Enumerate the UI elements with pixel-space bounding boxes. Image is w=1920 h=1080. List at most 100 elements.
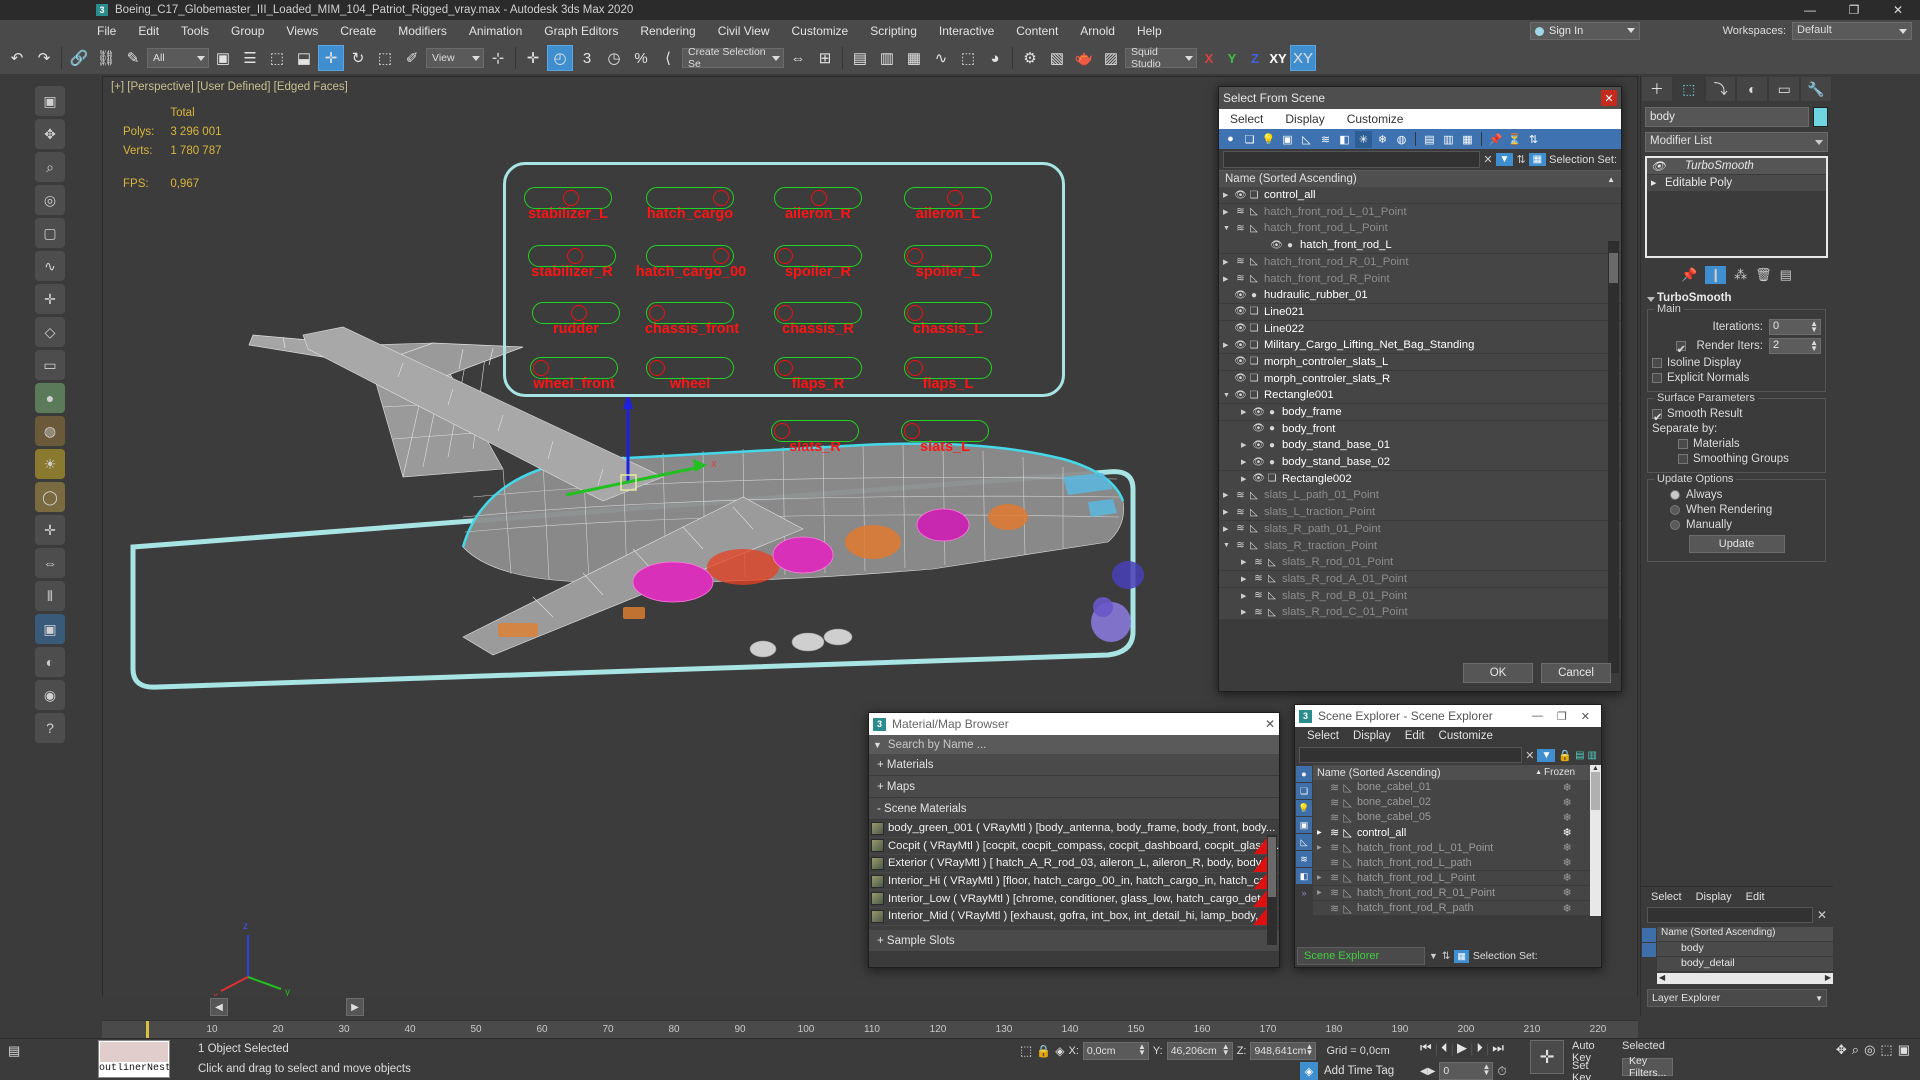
- cylinder-icon[interactable]: ◍: [35, 416, 65, 446]
- filter-helpers-icon[interactable]: ◺: [1298, 131, 1315, 148]
- explorer-list-row[interactable]: ≋ ◺ hatch_front_rod_L_path ❄: [1313, 855, 1590, 871]
- list-column-header[interactable]: Name (Sorted Ascending) ▲: [1219, 170, 1621, 187]
- filter-geometry-icon[interactable]: ●: [1222, 131, 1239, 148]
- triangle-right-icon[interactable]: ▶: [1241, 608, 1252, 616]
- spinner-arrows-icon[interactable]: ▲ ▼: [1810, 320, 1818, 334]
- sign-in-button[interactable]: Sign In: [1530, 22, 1640, 40]
- triangle-right-icon[interactable]: ▶: [1223, 258, 1234, 266]
- eye-icon[interactable]: ≋: [1252, 557, 1265, 568]
- annotation-flaps-r[interactable]: flaps_R: [774, 357, 874, 392]
- scene-list-row[interactable]: 👁 ● hatch_front_rod_L: [1219, 237, 1621, 254]
- triangle-right-icon[interactable]: ▶: [1651, 179, 1665, 187]
- scene-materials-list[interactable]: body_green_001 ( VRayMtl ) [body_antenna…: [869, 820, 1279, 930]
- bind-space-warp-icon[interactable]: ✎: [120, 45, 146, 71]
- layer-filter-input[interactable]: [1647, 907, 1813, 923]
- spinner-arrows-icon[interactable]: ▲ ▼: [1306, 1043, 1314, 1057]
- menu-item-graph-editors[interactable]: Graph Editors: [533, 22, 629, 40]
- layer-menu-edit[interactable]: Edit: [1746, 891, 1765, 903]
- eye-icon[interactable]: 👁: [1234, 306, 1247, 317]
- scene-list-row[interactable]: 👁 ❏ Line021: [1219, 303, 1621, 320]
- frozen-icon[interactable]: ❄: [1544, 841, 1590, 854]
- eye-icon[interactable]: ≋: [1234, 507, 1247, 518]
- maximize-viewport-toggle-icon[interactable]: ▣: [1898, 1042, 1910, 1058]
- annotation-aileron-r[interactable]: aileron_R: [774, 187, 874, 222]
- menu-item-tools[interactable]: Tools: [170, 22, 220, 40]
- expand-all-icon[interactable]: ▤: [1575, 750, 1584, 761]
- prev-frame-icon[interactable]: ⏴: [1441, 1040, 1448, 1056]
- explicit-normals-checkbox[interactable]: [1652, 373, 1662, 383]
- triangle-right-icon[interactable]: ▶: [1241, 458, 1252, 466]
- scene-list-row[interactable]: ▶ 👁 ● body_stand_base_02: [1219, 454, 1621, 471]
- select-object-icon[interactable]: ▣: [210, 45, 236, 71]
- scene-explorer-tab[interactable]: Scene Explorer: [1297, 947, 1425, 965]
- edit-named-selection-icon[interactable]: %: [628, 45, 654, 71]
- triangle-right-icon[interactable]: ▶: [1241, 558, 1252, 566]
- use-pivot-center-icon[interactable]: ⊹: [485, 45, 511, 71]
- orbit-view-icon[interactable]: ◎: [1864, 1042, 1875, 1058]
- frozen-icon[interactable]: ❄: [1544, 796, 1590, 809]
- scene-list-row[interactable]: ▶ ≋ ◺ slats_L_path_01_Point: [1219, 487, 1621, 504]
- explorer-object-list[interactable]: ≋ ◺ bone_cabel_01 ❄ ≋ ◺ bone_cabel_02 ❄ ≋ ◺ bone_c…: [1313, 780, 1590, 916]
- eye-icon[interactable]: ≋: [1252, 573, 1265, 584]
- triangle-down-icon[interactable]: ▼: [1223, 392, 1234, 399]
- pin-stack-icon[interactable]: 📌: [1681, 267, 1697, 283]
- helper-icon[interactable]: ✛: [35, 284, 65, 314]
- layer-row-body-detail[interactable]: body_detail: [1657, 957, 1833, 971]
- selected-filter-label[interactable]: Selected: [1622, 1040, 1665, 1052]
- frozen-icon[interactable]: ❄: [1544, 811, 1590, 824]
- filter-frozen-icon[interactable]: ❄: [1374, 131, 1391, 148]
- time-configuration-icon[interactable]: ⏱: [1497, 1064, 1506, 1079]
- close-icon[interactable]: ✕: [1601, 90, 1617, 106]
- explorer-list-row[interactable]: ≋ ◺ bone_cabel_05 ❄: [1313, 810, 1590, 825]
- filter-lights-icon[interactable]: 💡: [1260, 131, 1277, 148]
- select-and-move-icon[interactable]: ✛: [318, 45, 344, 71]
- plane-icon[interactable]: ▭: [35, 350, 65, 380]
- select-and-scale-icon[interactable]: ⬚: [372, 45, 398, 71]
- spinner-arrows-icon[interactable]: ▲ ▼: [1222, 1043, 1230, 1057]
- modifier-stack[interactable]: 👁 TurboSmooth ▶ Editable Poly: [1645, 156, 1828, 258]
- frozen-icon[interactable]: ❄: [1544, 826, 1590, 839]
- select-by-name-icon[interactable]: ☰: [237, 45, 263, 71]
- eye-icon[interactable]: ≋: [1252, 590, 1265, 601]
- filter-groups-icon[interactable]: ❏: [1241, 131, 1258, 148]
- filter-funnel-icon[interactable]: ▼: [1537, 748, 1556, 762]
- close-icon[interactable]: ✕: [1265, 717, 1275, 731]
- utilities-tab[interactable]: 🔧: [1800, 76, 1832, 102]
- menu-item-help[interactable]: Help: [1126, 22, 1173, 40]
- frozen-icon[interactable]: ❄: [1544, 886, 1590, 899]
- torus-icon[interactable]: ◯: [35, 482, 65, 512]
- filter-space-warps-icon[interactable]: ≋: [1296, 851, 1312, 867]
- array-icon[interactable]: ⦀: [35, 581, 65, 611]
- sort-list-icon[interactable]: ⇅: [1442, 951, 1450, 962]
- open-asset-tracking-icon[interactable]: ▨: [1098, 45, 1124, 71]
- group-sample-slots[interactable]: + Sample Slots: [869, 930, 1279, 952]
- triangle-right-icon[interactable]: ▶: [1241, 475, 1252, 483]
- select-object-icon[interactable]: ▣: [35, 86, 65, 116]
- shape-icon[interactable]: ◇: [35, 317, 65, 347]
- filter-cameras-icon[interactable]: ▣: [1279, 131, 1296, 148]
- spinner-arrows-icon[interactable]: ▲ ▼: [1810, 339, 1818, 353]
- close-button[interactable]: ✕: [1876, 0, 1920, 20]
- material-list-row[interactable]: Interior_Mid ( VRayMtl ) [exhaust, gofra…: [869, 907, 1279, 926]
- sphere-icon[interactable]: ●: [35, 383, 65, 413]
- group-materials[interactable]: + Materials: [869, 754, 1279, 776]
- eye-icon[interactable]: 👁: [1252, 407, 1265, 418]
- menu-item-file[interactable]: File: [86, 22, 127, 40]
- scene-list-row[interactable]: ▶ 👁 ❏ Rectangle002: [1219, 470, 1621, 487]
- filter-bones-icon[interactable]: ◧: [1336, 131, 1353, 148]
- eye-icon[interactable]: 👁: [1270, 240, 1283, 251]
- layer-menu-select[interactable]: Select: [1651, 891, 1682, 903]
- search-row[interactable]: ▼ Search by Name ...: [869, 735, 1279, 754]
- annotation-chassis-front[interactable]: chassis_front: [645, 302, 746, 337]
- layer-horizontal-scrollbar[interactable]: ◀ ▶: [1657, 973, 1833, 984]
- layer-row-body[interactable]: body: [1657, 942, 1833, 956]
- triangle-right-icon[interactable]: ▶: [1317, 829, 1328, 836]
- material-list-row[interactable]: Interior_Hi ( VRayMtl ) [floor, hatch_ca…: [869, 872, 1279, 891]
- cancel-button[interactable]: Cancel: [1541, 663, 1611, 683]
- ok-button[interactable]: OK: [1463, 663, 1533, 683]
- go-to-end-icon[interactable]: ⏭: [1492, 1040, 1504, 1056]
- update-always-radio[interactable]: [1670, 490, 1680, 500]
- filter-lights-icon[interactable]: 💡: [1296, 800, 1312, 816]
- explorer-menu-edit[interactable]: Edit: [1405, 730, 1425, 742]
- scene-list-row[interactable]: ▶ ≋ ◺ hatch_front_rod_R_Point: [1219, 270, 1621, 287]
